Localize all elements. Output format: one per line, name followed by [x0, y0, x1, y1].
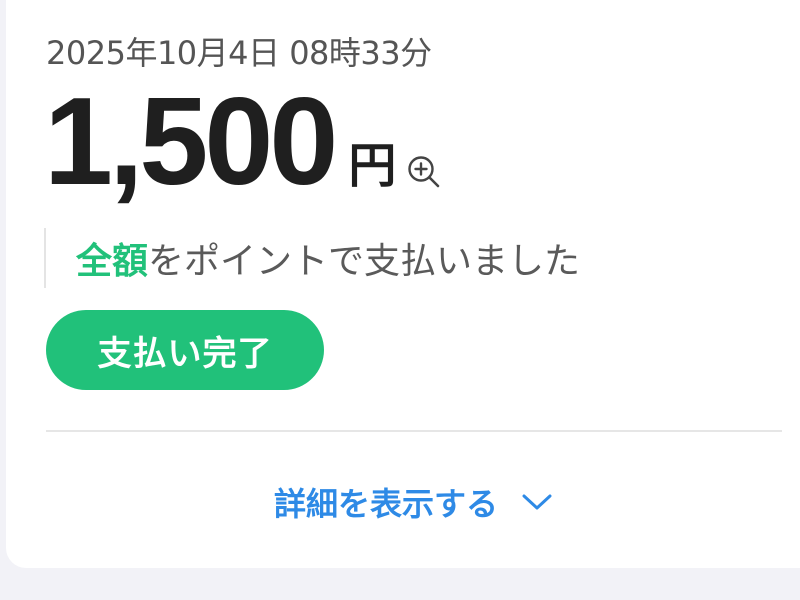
- show-details-label: 詳細を表示する: [273, 485, 498, 523]
- amount-row: 1,500 円: [44, 80, 442, 204]
- zoom-in-icon[interactable]: [406, 154, 442, 190]
- show-details-button[interactable]: 詳細を表示する: [46, 474, 782, 530]
- note-highlight: 全額: [76, 241, 149, 282]
- transaction-datetime: 2025年10月4日 08時33分: [46, 34, 432, 72]
- currency-unit: 円: [348, 138, 397, 194]
- note-text: をポイントで支払いました: [148, 241, 581, 282]
- divider: [46, 430, 782, 432]
- payment-amount: 1,500: [44, 73, 338, 211]
- chevron-down-icon: [520, 491, 554, 513]
- status-badge: 支払い完了: [46, 310, 324, 390]
- payment-note: 全額 をポイントで支払いました: [44, 228, 580, 288]
